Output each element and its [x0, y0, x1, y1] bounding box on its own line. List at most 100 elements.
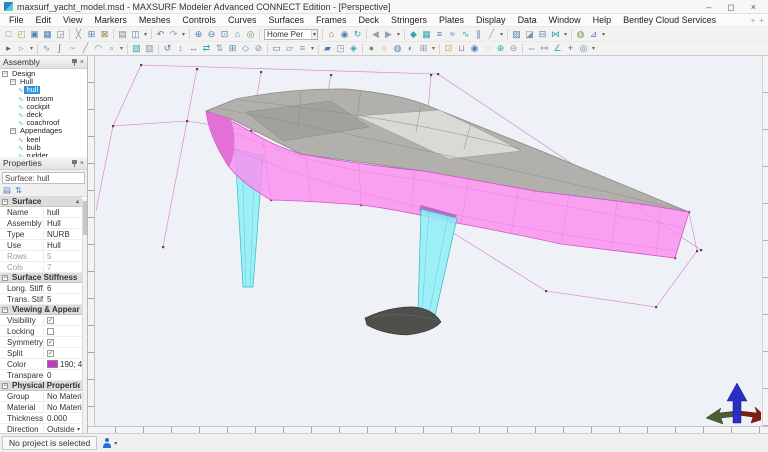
- zoom-in-icon[interactable]: ⊕: [192, 28, 205, 41]
- rotate-view-icon[interactable]: ↻: [351, 28, 364, 41]
- new-icon[interactable]: □: [2, 28, 15, 41]
- section-expander-icon[interactable]: −: [2, 383, 8, 389]
- chevron-down-icon[interactable]: ▾: [311, 30, 317, 39]
- restore-button[interactable]: ◻: [727, 2, 734, 12]
- tree-expander-icon[interactable]: −: [10, 79, 16, 85]
- spline-tool-icon[interactable]: ~: [66, 42, 79, 55]
- properties-scrollbar[interactable]: [82, 199, 87, 433]
- menu-frames[interactable]: Frames: [310, 15, 353, 25]
- menu-edit[interactable]: Edit: [30, 15, 58, 25]
- expand-plate-icon[interactable]: ◳: [334, 42, 347, 55]
- mass-props-icon[interactable]: ◍: [574, 28, 587, 41]
- dimension-icon[interactable]: ↦: [538, 42, 551, 55]
- prop-value[interactable]: No Material: [44, 392, 82, 401]
- pin-icon[interactable]: [72, 59, 77, 66]
- display-grid-icon[interactable]: ⊞: [417, 42, 430, 55]
- perspective-viewport[interactable]: [88, 56, 768, 433]
- delete-surface-icon[interactable]: ▥: [143, 42, 156, 55]
- close-icon[interactable]: ×: [80, 59, 84, 66]
- mirror-tool-icon[interactable]: ⇄: [200, 42, 213, 55]
- prop-value[interactable]: ✓: [44, 339, 82, 346]
- toolbar-caret-icon[interactable]: ▾: [28, 45, 35, 52]
- prev-view-icon[interactable]: ◀: [369, 28, 382, 41]
- prop-value[interactable]: 6: [44, 284, 82, 293]
- tree-item-keel[interactable]: ∿keel: [0, 136, 87, 144]
- pan-icon[interactable]: ◎: [244, 28, 257, 41]
- menu-meshes[interactable]: Meshes: [133, 15, 177, 25]
- display-half-icon[interactable]: ◐: [404, 42, 417, 55]
- paste-icon[interactable]: ⊠: [98, 28, 111, 41]
- zoom-extents-icon[interactable]: ⌂: [231, 28, 244, 41]
- menu-display[interactable]: Display: [470, 15, 512, 25]
- arc-tool-icon[interactable]: ◠: [92, 42, 105, 55]
- menu-bentley-cloud-services[interactable]: Bentley Cloud Services: [617, 15, 722, 25]
- sort-az-icon[interactable]: ⇅: [15, 185, 22, 196]
- bond-tool-icon[interactable]: ⊟: [536, 28, 549, 41]
- zoom-window-icon[interactable]: ⊡: [218, 28, 231, 41]
- prop-value[interactable]: 5: [44, 252, 82, 261]
- checkbox-checked-icon[interactable]: ✓: [47, 350, 54, 357]
- view-selector[interactable]: Home Per▾: [264, 29, 318, 40]
- array-tool-icon[interactable]: ⊞: [226, 42, 239, 55]
- tree-expander-icon[interactable]: −: [2, 71, 8, 77]
- undo-icon[interactable]: ↶: [154, 28, 167, 41]
- user-icon[interactable]: [102, 438, 111, 448]
- menu-window[interactable]: Window: [543, 15, 587, 25]
- prop-value[interactable]: NURB: [44, 230, 82, 239]
- toolbar-caret-icon[interactable]: ▾: [118, 45, 125, 52]
- categorize-icon[interactable]: ▤: [3, 185, 11, 196]
- prop-value[interactable]: Outside▾: [44, 425, 82, 434]
- measure-icon[interactable]: ⇔: [525, 42, 538, 55]
- polyline-tool-icon[interactable]: ╱: [79, 42, 92, 55]
- select-icon[interactable]: ▸: [2, 42, 15, 55]
- display-wireframe-icon[interactable]: ○: [378, 42, 391, 55]
- intersect-tool-icon[interactable]: ⋈: [549, 28, 562, 41]
- save-icon[interactable]: ▣: [28, 28, 41, 41]
- close-button[interactable]: ×: [751, 2, 756, 12]
- prop-value[interactable]: Hull: [44, 241, 82, 250]
- prop-value[interactable]: 0: [44, 371, 82, 380]
- look-at-icon[interactable]: ◉: [338, 28, 351, 41]
- zoom-out-icon[interactable]: ⊖: [205, 28, 218, 41]
- hide-icon[interactable]: ◌: [481, 42, 494, 55]
- section-expander-icon[interactable]: −: [2, 307, 8, 313]
- open-icon[interactable]: ◰: [15, 28, 28, 41]
- size-tool-icon[interactable]: ◇: [239, 42, 252, 55]
- menu-data[interactable]: Data: [512, 15, 543, 25]
- deck-tool-icon[interactable]: ▱: [283, 42, 296, 55]
- tree-item-hull[interactable]: −Hull: [0, 78, 87, 86]
- save-all-icon[interactable]: ▦: [41, 28, 54, 41]
- toolbar-caret-icon[interactable]: ▾: [562, 31, 569, 38]
- tree-item-cockpit[interactable]: ∿cockpit: [0, 103, 87, 111]
- menu-help[interactable]: Help: [587, 15, 618, 25]
- marker-tool-icon[interactable]: ◆: [407, 28, 420, 41]
- toolbar-caret-icon[interactable]: ▾: [498, 31, 505, 38]
- frames-tool-icon[interactable]: ▭: [270, 42, 283, 55]
- redo-icon[interactable]: ↷: [167, 28, 180, 41]
- prop-value[interactable]: 7: [44, 263, 82, 272]
- bulb-surface[interactable]: [365, 307, 441, 335]
- menu-overflow-icon[interactable]: +: [759, 16, 764, 25]
- surface-tool-icon[interactable]: ▧: [510, 28, 523, 41]
- waterlines-tool-icon[interactable]: ∿: [459, 28, 472, 41]
- prop-value[interactable]: [44, 328, 82, 335]
- tree-expander-icon[interactable]: −: [10, 128, 16, 134]
- section-expander-icon[interactable]: −: [2, 199, 8, 205]
- menu-surfaces[interactable]: Surfaces: [262, 15, 310, 25]
- point-tool-icon[interactable]: ∘: [105, 42, 118, 55]
- copy-icon[interactable]: ⊞: [85, 28, 98, 41]
- ungroup-icon[interactable]: ⊖: [507, 42, 520, 55]
- right-scrollbar[interactable]: [762, 56, 768, 426]
- prop-value[interactable]: Hull: [44, 219, 82, 228]
- display-net-icon[interactable]: ◍: [391, 42, 404, 55]
- unlock-icon[interactable]: ⊔: [455, 42, 468, 55]
- section-header-viewing-appearance[interactable]: −Viewing & Appearance: [0, 305, 82, 315]
- toolbar-caret-icon[interactable]: ▾: [309, 45, 316, 52]
- diagonals-tool-icon[interactable]: ╱: [485, 28, 498, 41]
- net-tool-icon[interactable]: ▦: [420, 28, 433, 41]
- prop-value[interactable]: ✓: [44, 317, 82, 324]
- move-tool-icon[interactable]: ↔: [187, 42, 200, 55]
- properties-object-selector[interactable]: Surface: hull: [2, 172, 85, 184]
- home-view-icon[interactable]: ⌂: [325, 28, 338, 41]
- lock-icon[interactable]: ⊡: [442, 42, 455, 55]
